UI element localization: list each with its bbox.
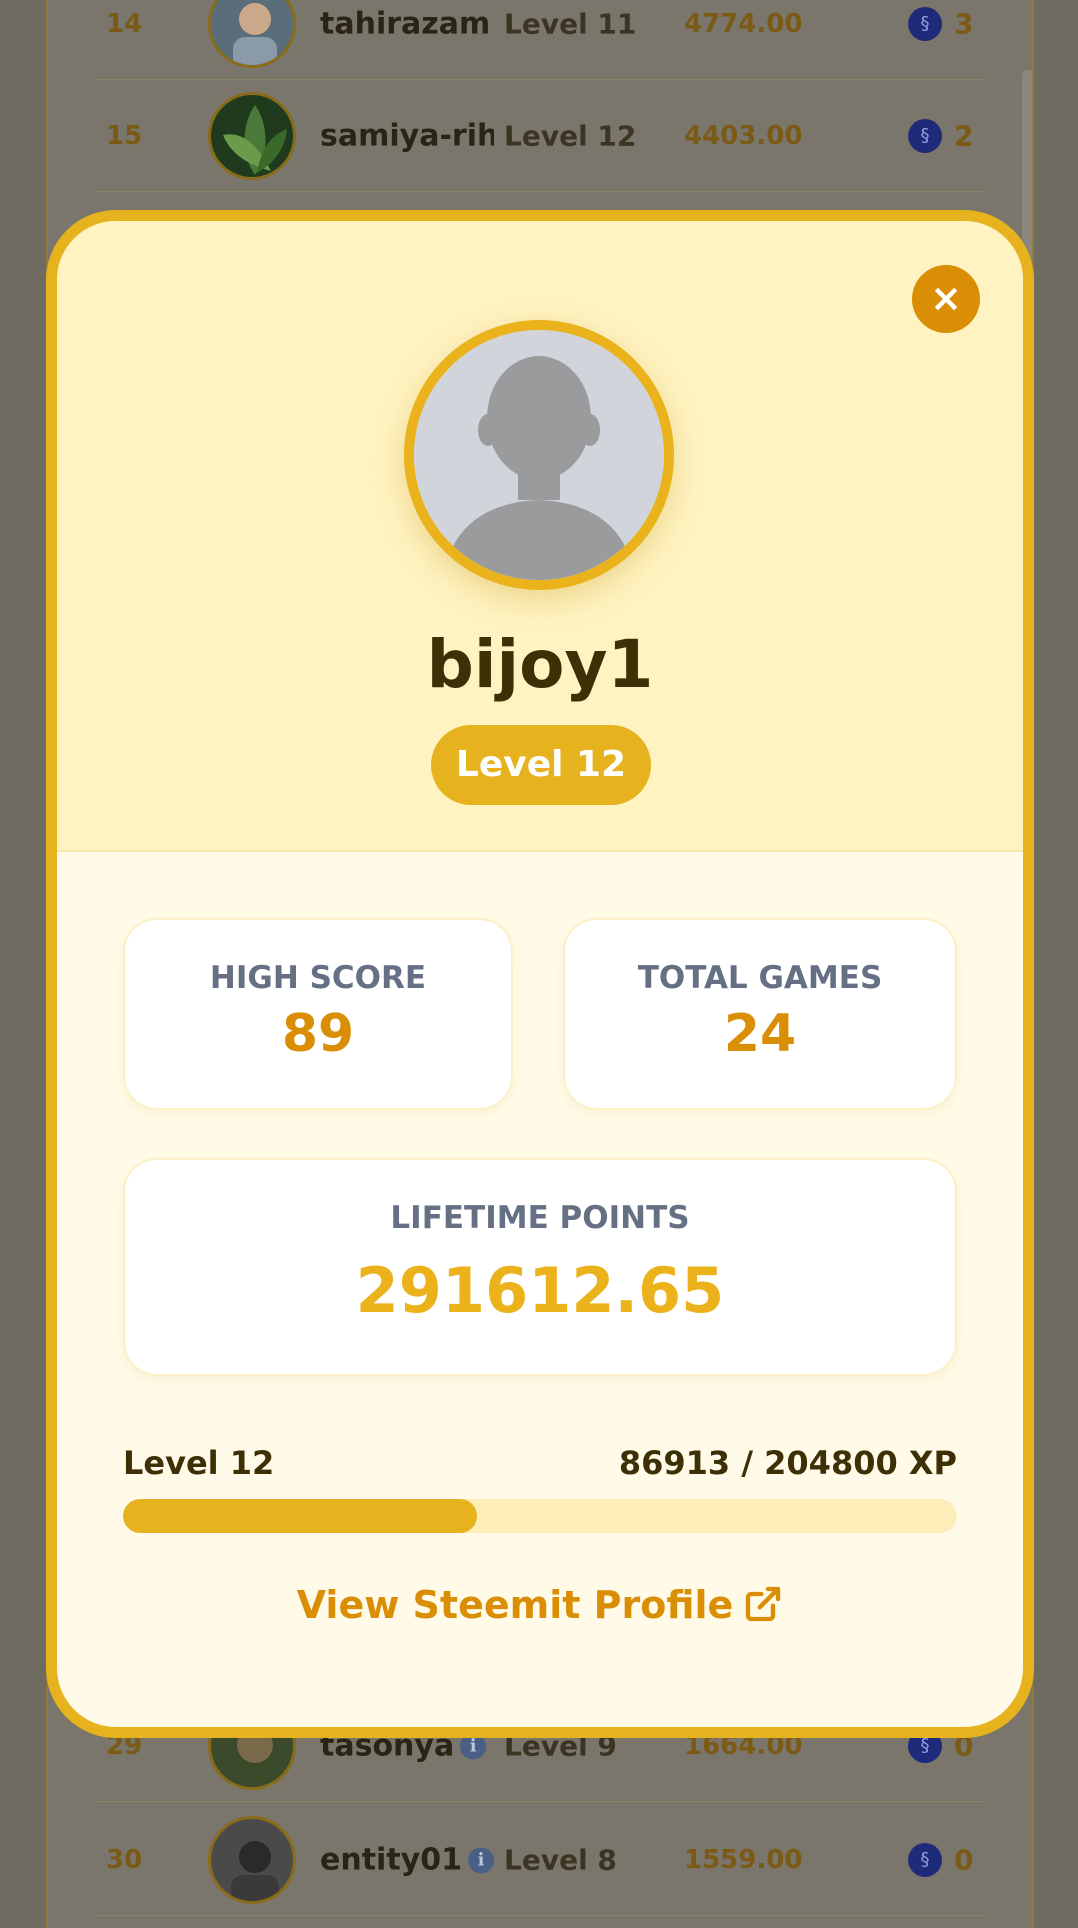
lifetime-points-card: LIFETIME POINTS 291612.65: [123, 1158, 957, 1376]
count-value: 0: [954, 1843, 974, 1876]
points-value: 4774.00: [684, 8, 803, 39]
profile-modal: × bijoy1 Level 12 HIGH SCORE 89 TOTAL GA…: [46, 210, 1034, 1738]
high-score-value: 89: [281, 1004, 355, 1064]
username[interactable]: entity01 i: [320, 1842, 494, 1877]
close-button[interactable]: ×: [912, 265, 980, 333]
table-row[interactable]: 30 entity01 i Level 8 1559.00 § 0: [94, 1804, 986, 1916]
count-value: 2: [954, 119, 974, 152]
user-avatar: [208, 0, 296, 68]
external-link-icon: [746, 1586, 781, 1622]
lifetime-points-value: 291612.65: [355, 1254, 725, 1327]
total-games-label: TOTAL GAMES: [637, 960, 883, 996]
steem-coin-icon: §: [908, 1842, 942, 1877]
level-text: Level 11: [504, 7, 637, 40]
steemit-link-label: View Steemit Profile: [296, 1583, 734, 1627]
high-score-card: HIGH SCORE 89: [123, 918, 513, 1110]
rank-number: 14: [106, 8, 143, 39]
points-value: 4403.00: [684, 120, 803, 151]
xp-progress-text: 86913 / 204800 XP: [618, 1444, 957, 1482]
xp-progress-fill: [123, 1499, 477, 1533]
level-text: Level 12: [504, 119, 637, 152]
user-avatar: [208, 91, 296, 180]
level-badge: Level 12: [431, 725, 651, 805]
high-score-label: HIGH SCORE: [209, 960, 427, 996]
info-icon[interactable]: i: [467, 1847, 494, 1874]
table-row[interactable]: 15 samiya-rih Level 12 4403.00 § 2: [94, 80, 986, 192]
profile-username: bijoy1: [426, 626, 654, 703]
username[interactable]: tahirazam: [320, 6, 494, 41]
total-games-value: 24: [723, 1004, 797, 1064]
xp-progress-bar: [123, 1499, 957, 1533]
total-games-card: TOTAL GAMES 24: [563, 918, 957, 1110]
close-icon: ×: [930, 276, 962, 320]
level-text: Level 8: [504, 1843, 617, 1876]
points-value: 1559.00: [684, 1844, 803, 1875]
user-avatar: [208, 1815, 296, 1904]
view-steemit-profile-link[interactable]: View Steemit Profile: [57, 1583, 1023, 1627]
profile-avatar: [404, 320, 674, 590]
count-value: 3: [954, 7, 974, 40]
steem-coin-icon: §: [908, 6, 942, 41]
avatar-placeholder-icon: [414, 330, 664, 580]
lifetime-points-label: LIFETIME POINTS: [390, 1200, 690, 1236]
rank-number: 30: [106, 1844, 143, 1875]
rank-number: 15: [106, 120, 143, 151]
table-row[interactable]: 14 tahirazam Level 11 4774.00 § 3: [94, 0, 986, 80]
steem-coin-icon: §: [908, 118, 942, 153]
xp-level-label: Level 12: [123, 1444, 275, 1482]
username[interactable]: samiya-rih: [320, 118, 494, 153]
